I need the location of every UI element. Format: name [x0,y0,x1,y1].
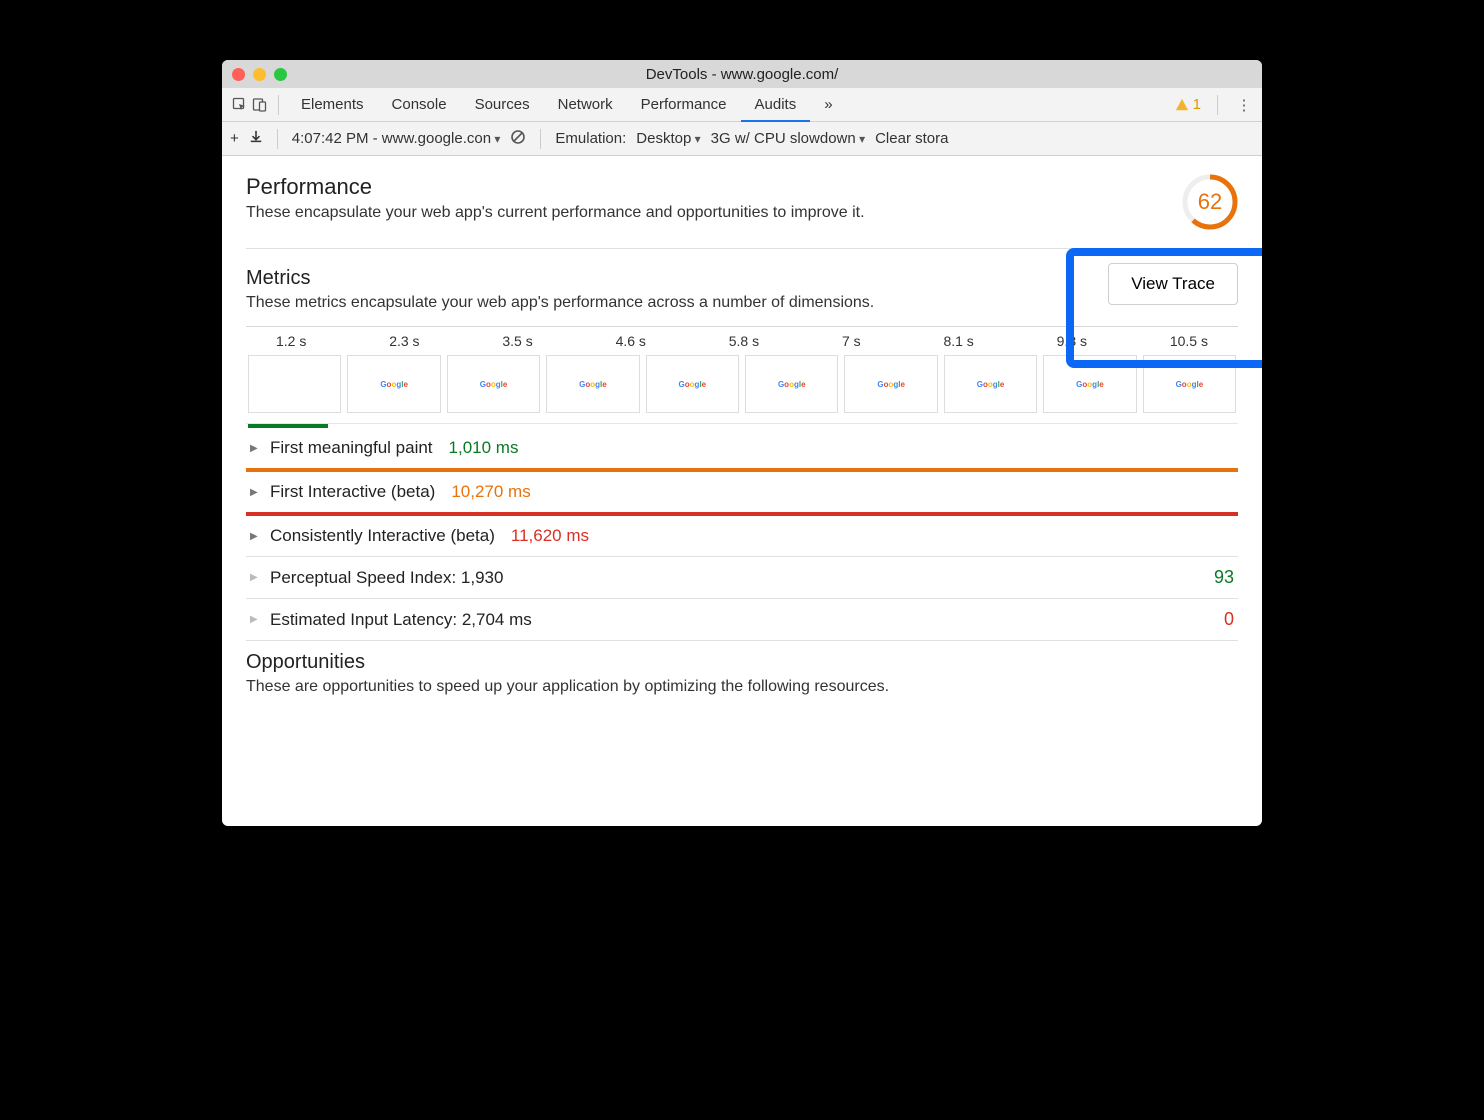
new-audit-button[interactable]: + [230,130,239,147]
emulation-label: Emulation: [555,130,626,147]
tick: 8.1 s [943,333,973,349]
metric-value: 10,270 ms [451,482,530,502]
download-report-button[interactable] [249,130,263,148]
device-select[interactable]: Desktop [636,130,700,147]
performance-subtitle: These encapsulate your web app's current… [246,204,865,222]
performance-score: 62 [1182,174,1238,230]
tab-elements[interactable]: Elements [287,88,378,121]
minimize-icon[interactable] [253,68,266,81]
disclosure-triangle-icon: ▶ [250,487,262,498]
metrics-header: Metrics These metrics encapsulate your w… [246,249,1238,312]
filmstrip-frame[interactable]: Google [745,355,838,413]
tick: 2.3 s [389,333,419,349]
devtools-tabs: Elements Console Sources Network Perform… [222,88,1262,122]
metric-label: Estimated Input Latency: 2,704 ms [270,610,532,630]
filmstrip-frame[interactable]: Google [546,355,639,413]
metric-label: First meaningful paint [270,438,433,458]
opportunities-subtitle: These are opportunities to speed up your… [246,678,1238,696]
window-title: DevTools - www.google.com/ [222,66,1262,83]
disclosure-triangle-icon: ▶ [250,614,262,625]
tick: 7 s [842,333,861,349]
disclosure-triangle-icon: ▶ [250,443,262,454]
traffic-lights [222,68,287,81]
filmstrip-frame[interactable]: Google [646,355,739,413]
disclosure-triangle-icon: ▶ [250,572,262,583]
tab-network[interactable]: Network [544,88,627,121]
filmstrip-frame[interactable]: Google [347,355,440,413]
audit-report: Performance These encapsulate your web a… [222,156,1262,826]
metrics-list: ▶ First meaningful paint 1,010 ms ▶ Firs… [246,424,1238,641]
tab-audits[interactable]: Audits [741,89,811,122]
filmstrip-frame[interactable] [248,355,341,413]
metric-score: 93 [1214,567,1234,588]
tab-performance[interactable]: Performance [627,88,741,121]
metric-value: 11,620 ms [511,526,589,546]
metric-score: 0 [1224,609,1234,630]
devtools-window: DevTools - www.google.com/ Elements Cons… [222,60,1262,826]
titlebar: DevTools - www.google.com/ [222,60,1262,88]
metrics-title: Metrics [246,267,874,290]
view-trace-button[interactable]: View Trace [1108,263,1238,305]
performance-section-header: Performance These encapsulate your web a… [246,174,1238,249]
audits-toolbar: + 4:07:42 PM - www.google.con Emulation:… [222,122,1262,156]
filmstrip-timeline: 1.2 s 2.3 s 3.5 s 4.6 s 5.8 s 7 s 8.1 s … [246,326,1238,424]
metric-label: Consistently Interactive (beta) [270,526,495,546]
metric-row-consistently-interactive[interactable]: ▶ Consistently Interactive (beta) 11,620… [246,516,1238,556]
warning-badge[interactable]: 1 [1175,96,1201,113]
maximize-icon[interactable] [274,68,287,81]
tick: 4.6 s [616,333,646,349]
opportunities-section: Opportunities These are opportunities to… [246,641,1238,696]
disclosure-triangle-icon: ▶ [250,531,262,542]
tick: 9.3 s [1057,333,1087,349]
tick: 3.5 s [502,333,532,349]
metric-row-eil[interactable]: ▶ Estimated Input Latency: 2,704 ms 0 [246,599,1238,640]
metric-row-psi[interactable]: ▶ Perceptual Speed Index: 1,930 93 [246,557,1238,598]
throttle-select[interactable]: 3G w/ CPU slowdown [711,130,865,147]
warning-count: 1 [1193,96,1201,113]
metric-label: Perceptual Speed Index: 1,930 [270,568,503,588]
filmstrip-frame[interactable]: Google [447,355,540,413]
metric-value: 1,010 ms [449,438,519,458]
metric-row-fmp[interactable]: ▶ First meaningful paint 1,010 ms [246,428,1238,468]
kebab-menu-icon[interactable]: ⋮ [1234,95,1254,115]
clear-icon[interactable] [510,129,526,149]
tab-overflow[interactable]: » [810,88,846,121]
tab-console[interactable]: Console [378,88,461,121]
inspect-element-icon[interactable] [230,95,250,115]
tick: 1.2 s [276,333,306,349]
close-icon[interactable] [232,68,245,81]
tab-sources[interactable]: Sources [461,88,544,121]
performance-title: Performance [246,174,865,200]
tick: 10.5 s [1170,333,1208,349]
filmstrip-frame[interactable]: Google [844,355,937,413]
filmstrip-thumbs: Google Google Google Google Google Googl… [246,351,1238,424]
report-select[interactable]: 4:07:42 PM - www.google.con [292,130,501,147]
filmstrip-frame[interactable]: Google [1043,355,1136,413]
metric-row-first-interactive[interactable]: ▶ First Interactive (beta) 10,270 ms [246,472,1238,512]
filmstrip-frame[interactable]: Google [1143,355,1236,413]
metrics-subtitle: These metrics encapsulate your web app's… [246,294,874,312]
tick: 5.8 s [729,333,759,349]
performance-score-ring: 62 [1182,174,1238,230]
opportunities-title: Opportunities [246,651,1238,674]
metric-label: First Interactive (beta) [270,482,435,502]
timeline-ticks: 1.2 s 2.3 s 3.5 s 4.6 s 5.8 s 7 s 8.1 s … [246,327,1238,351]
device-toolbar-icon[interactable] [250,95,270,115]
filmstrip-frame[interactable]: Google [944,355,1037,413]
clear-storage-button[interactable]: Clear stora [875,130,948,147]
